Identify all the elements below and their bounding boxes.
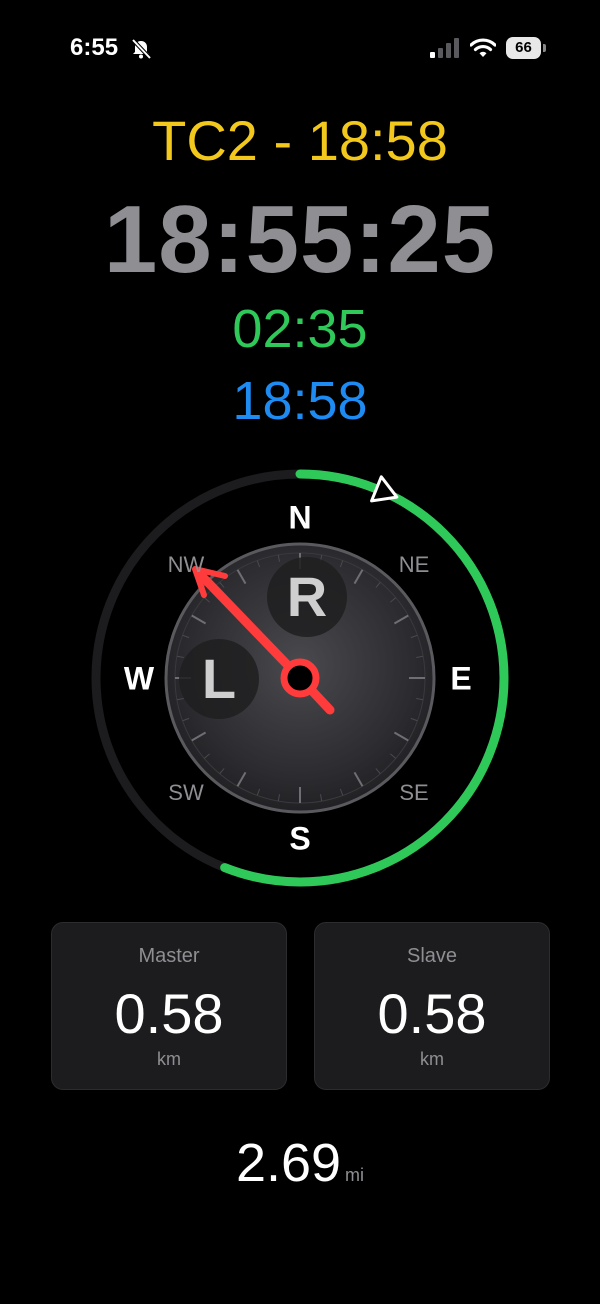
direction-southeast: SE: [399, 780, 429, 805]
slave-distance-unit: km: [420, 1049, 444, 1069]
target-time: 18:58: [232, 371, 368, 431]
total-distance: 2.69 mi: [0, 1132, 600, 1194]
master-card-title: Master: [138, 945, 200, 967]
direction-west: W: [123, 660, 155, 697]
total-distance-unit: mi: [345, 1165, 365, 1185]
master-distance-value: 0.58: [114, 982, 224, 1045]
battery-icon: 66: [506, 37, 546, 59]
time-control-title: TC2 - 18:58: [152, 109, 448, 172]
main-clock: 18:55:25: [103, 186, 497, 293]
signal-icon: [430, 38, 459, 58]
direction-northeast: NE: [398, 552, 430, 577]
slave-distance-value: 0.58: [377, 982, 487, 1045]
status-bar: 6:55 66: [0, 0, 600, 100]
slave-card: Slave 0.58 km: [314, 922, 550, 1090]
direction-south: S: [289, 820, 311, 857]
direction-east: E: [450, 660, 472, 697]
slave-card-title: Slave: [406, 945, 458, 967]
master-card: Master 0.58 km: [51, 922, 287, 1090]
bell-slash-icon: [131, 38, 152, 60]
battery-level: 66: [515, 39, 532, 56]
progress-marker-icon: [370, 475, 399, 503]
wifi-icon: [470, 38, 496, 57]
countdown-timer: 02:35: [232, 299, 368, 359]
status-time: 6:55: [70, 34, 119, 61]
battery-nub: [543, 44, 546, 52]
right-badge: R: [267, 557, 347, 637]
compass: N S E W NE NW SE SW R L: [90, 468, 510, 888]
direction-north: N: [288, 499, 312, 536]
direction-southwest: SW: [168, 780, 204, 805]
left-badge: L: [179, 639, 259, 719]
direction-northwest: NW: [167, 552, 205, 577]
total-distance-value: 2.69: [235, 1133, 342, 1193]
master-distance-unit: km: [157, 1049, 181, 1069]
needle-hub: [280, 658, 320, 698]
